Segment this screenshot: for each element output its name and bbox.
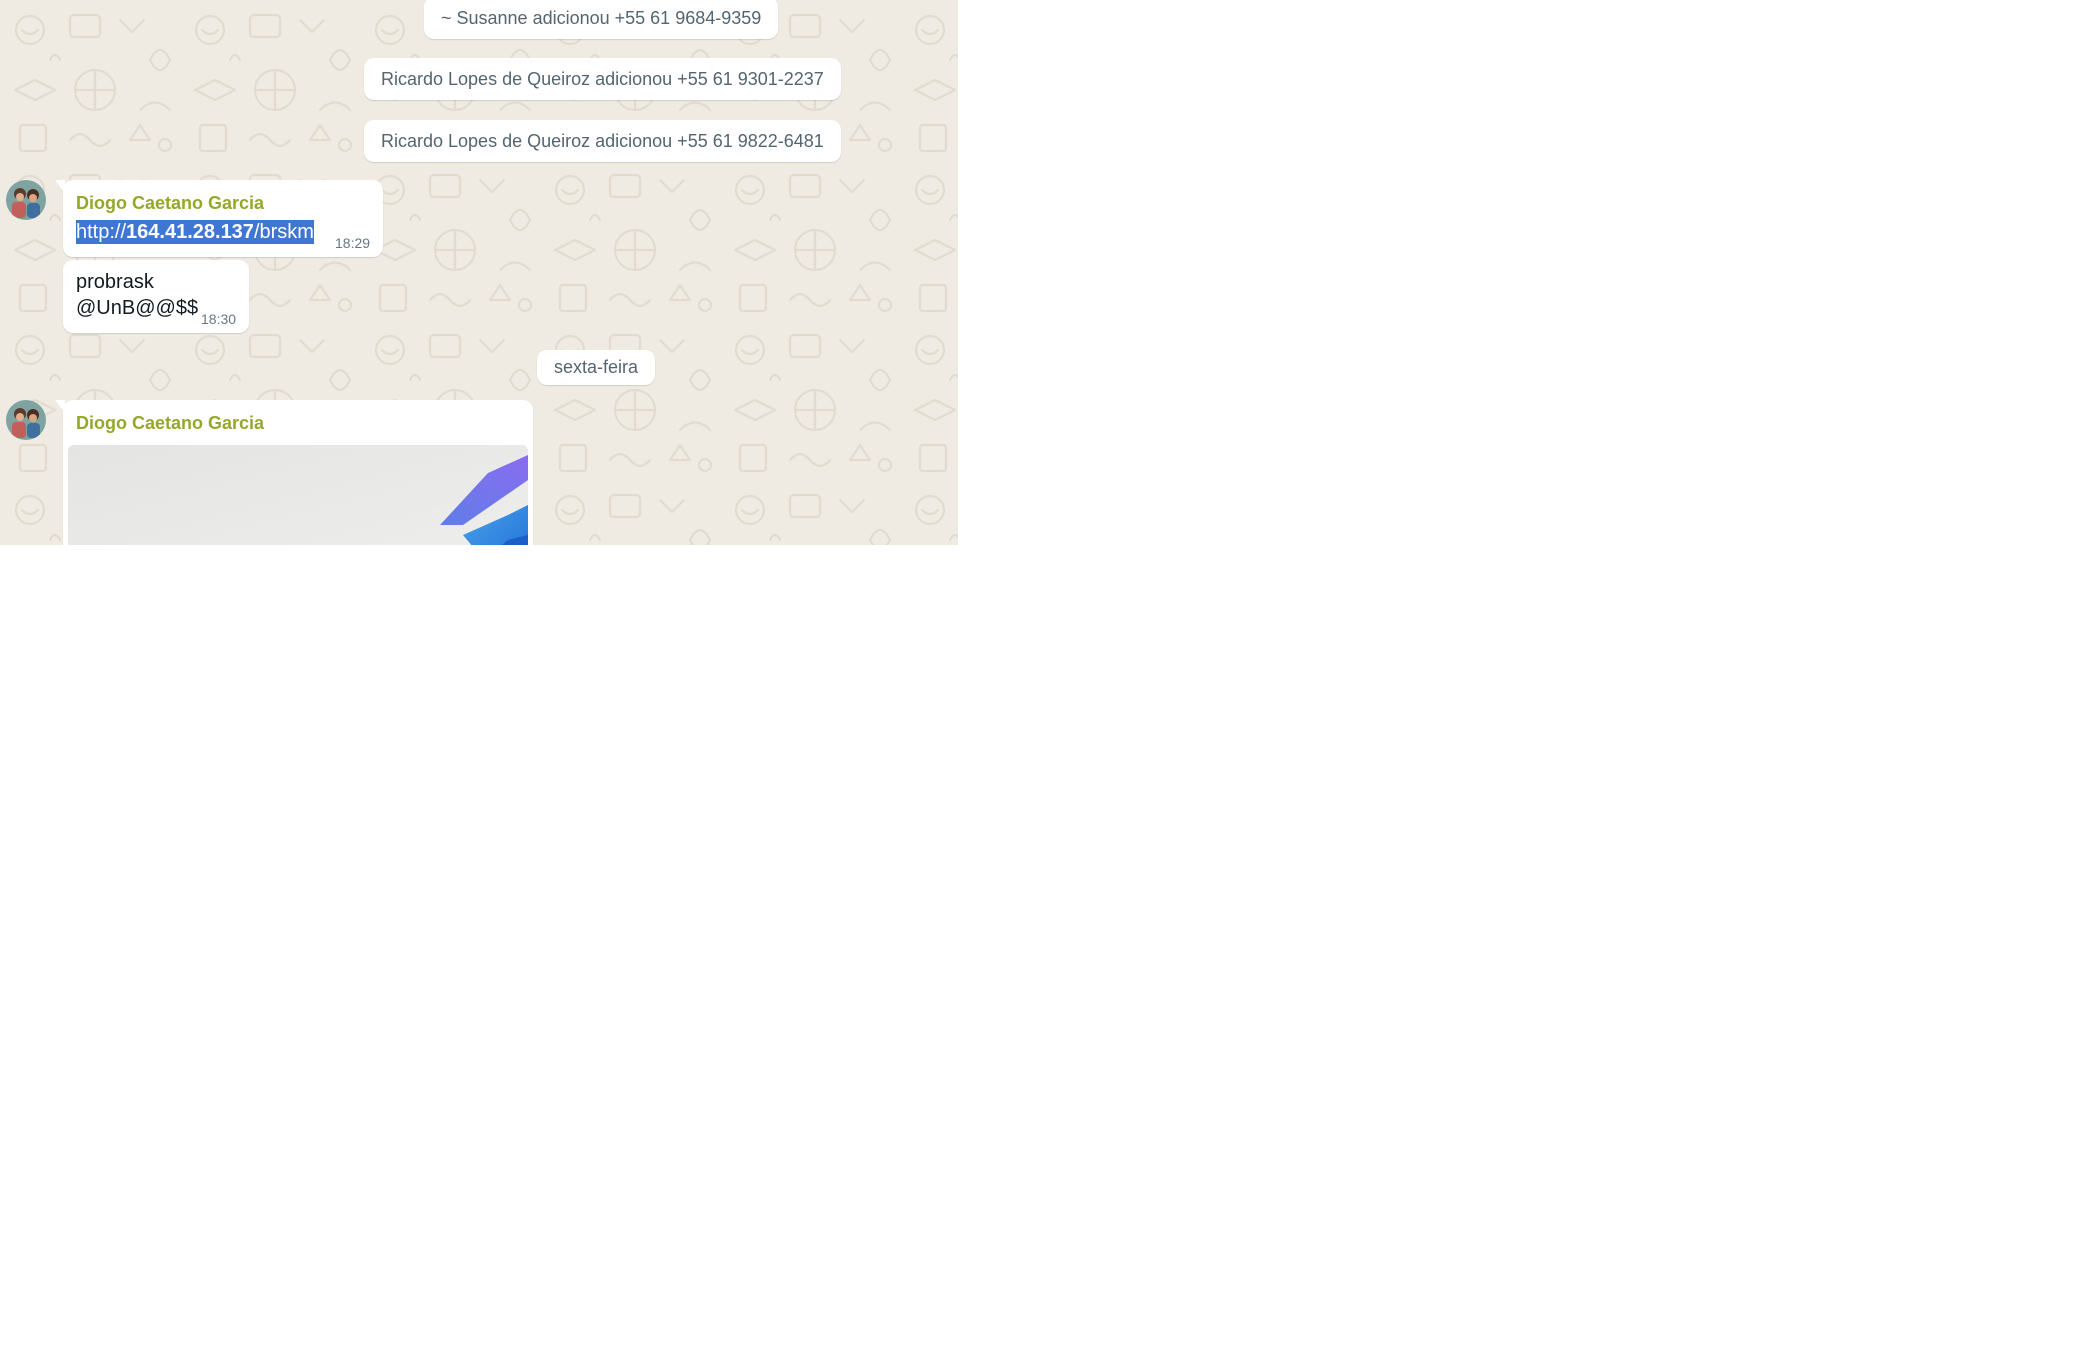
message-text-line: @UnB@@$$ bbox=[76, 297, 199, 319]
attached-image[interactable] bbox=[68, 445, 528, 545]
date-divider: sexta-feira bbox=[537, 350, 656, 385]
system-message: Ricardo Lopes de Queiroz adicionou +55 6… bbox=[364, 58, 841, 100]
user-avatar[interactable] bbox=[6, 400, 46, 440]
image-message-bubble[interactable]: Diogo Caetano Garcia bbox=[55, 400, 533, 545]
system-message: Ricardo Lopes de Queiroz adicionou +55 6… bbox=[364, 120, 841, 162]
bubble-tail bbox=[55, 400, 65, 413]
message-time: 18:30 bbox=[201, 311, 237, 327]
message-bubble[interactable]: probrask @UnB@@$$ 18:30 bbox=[63, 260, 249, 333]
message-bubble[interactable]: Diogo Caetano Garcia http://164.41.28.13… bbox=[55, 180, 383, 257]
message-text-line: probrask bbox=[76, 271, 154, 293]
image-preview-icon bbox=[68, 445, 528, 545]
message-link[interactable]: http://164.41.28.137/brskm bbox=[76, 220, 314, 245]
message-time: 18:29 bbox=[335, 235, 371, 251]
link-prefix: http:// bbox=[76, 221, 127, 243]
avatar-photo-icon bbox=[6, 180, 46, 220]
bubble-tail bbox=[55, 180, 65, 193]
link-host: 164.41.28.137 bbox=[126, 221, 254, 243]
sender-name[interactable]: Diogo Caetano Garcia bbox=[76, 193, 264, 214]
system-message: ~ Susanne adicionou +55 61 9684-9359 bbox=[424, 0, 779, 39]
chat-panel: ~ Susanne adicionou +55 61 9684-9359 Ric… bbox=[0, 0, 958, 545]
user-avatar[interactable] bbox=[6, 180, 46, 220]
avatar-photo-icon bbox=[6, 400, 46, 440]
link-path: /brskm bbox=[253, 221, 314, 243]
sender-name[interactable]: Diogo Caetano Garcia bbox=[76, 413, 264, 434]
